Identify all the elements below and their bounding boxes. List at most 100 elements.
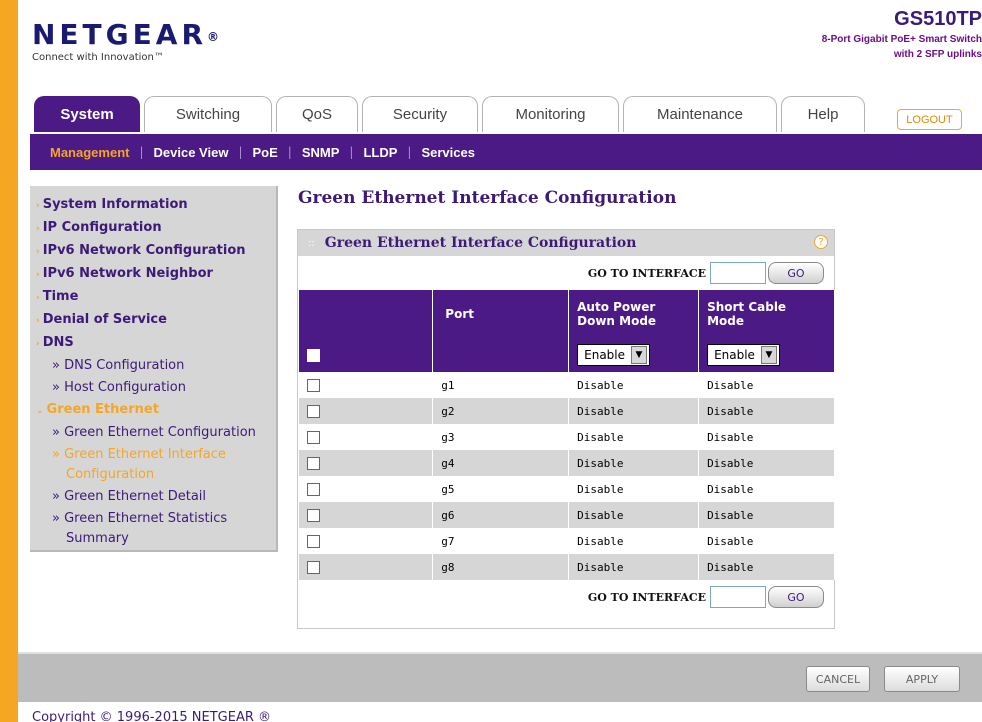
bullet-icon: › xyxy=(36,224,40,234)
sub-navigation: Management | Device View | PoE | SNMP | LLDP… xyxy=(30,134,982,170)
cancel-button[interactable]: CANCEL xyxy=(806,666,870,692)
table-row: g2 Disable Disable xyxy=(299,398,835,424)
sidebar-item-time[interactable]: › Time xyxy=(36,286,276,309)
tab-monitoring[interactable]: Monitoring xyxy=(482,96,619,132)
go-button[interactable]: GO xyxy=(768,262,824,284)
chevron-down-icon: ⌄ xyxy=(36,406,44,416)
subnav-snmp[interactable]: SNMP xyxy=(292,145,350,160)
sidebar-item-system-information[interactable]: › System Information xyxy=(36,194,276,217)
sidebar-item-green-ethernet-detail[interactable]: » Green Ethernet Detail xyxy=(36,486,276,508)
sidebar-item-green-ethernet[interactable]: ⌄ Green Ethernet xyxy=(36,399,276,422)
port-cell: g8 xyxy=(432,554,570,580)
sidebar-item-denial-of-service[interactable]: › Denial of Service xyxy=(36,309,276,332)
column-header-short-cable: Short Cable Mode xyxy=(698,290,835,338)
row-checkbox[interactable] xyxy=(307,508,320,522)
go-button[interactable]: GO xyxy=(768,586,824,608)
tab-security[interactable]: Security xyxy=(362,96,478,132)
table-row: g3 Disable Disable xyxy=(299,424,835,450)
sidebar-item-dns-configuration[interactable]: » DNS Configuration xyxy=(36,355,276,377)
goto-interface-bottom: GO TO INTERFACE GO xyxy=(298,580,834,614)
subnav-device-view[interactable]: Device View xyxy=(144,145,239,160)
panel-title: Green Ethernet Interface Configuration xyxy=(324,235,637,251)
tab-maintenance[interactable]: Maintenance xyxy=(623,96,777,132)
subnav-services[interactable]: Services xyxy=(411,145,485,160)
auto-power-cell: Disable xyxy=(568,502,700,528)
tab-qos[interactable]: QoS xyxy=(276,96,358,132)
app-frame: NETGEAR® Connect with Innovation™ GS510T… xyxy=(18,0,982,722)
sidebar-item-green-ethernet-statistics-cont[interactable]: Summary xyxy=(36,528,276,550)
subnav-lldp[interactable]: LLDP xyxy=(353,145,407,160)
short-cable-mode-select[interactable]: Enable ▼ xyxy=(707,344,780,366)
help-icon[interactable]: ? xyxy=(814,235,828,249)
row-checkbox[interactable] xyxy=(307,456,320,470)
model-info: GS510TP 8-Port Gigabit PoE+ Smart Switch… xyxy=(822,8,982,61)
bullet-icon: › xyxy=(36,339,40,349)
sidebar-item-green-ethernet-interface-configuration[interactable]: » Green Ethernet Interface xyxy=(36,444,276,466)
main-tabs: System Switching QoS Security Monitoring… xyxy=(34,96,869,132)
goto-interface-top: GO TO INTERFACE GO xyxy=(298,256,834,290)
bullet-icon: › xyxy=(36,293,40,303)
table-row: g6 Disable Disable xyxy=(299,502,835,528)
bulk-edit-row: Enable ▼ Enable ▼ xyxy=(299,338,835,372)
tab-system[interactable]: System xyxy=(34,96,140,132)
row-checkbox[interactable] xyxy=(307,482,320,496)
port-cell: g3 xyxy=(432,424,570,450)
sidebar-item-ipv6-network-configuration[interactable]: › IPv6 Network Configuration xyxy=(36,240,276,263)
column-header-select xyxy=(299,290,434,338)
short-cable-cell: Disable xyxy=(698,450,835,476)
port-cell: g6 xyxy=(432,502,570,528)
short-cable-cell: Disable xyxy=(698,476,835,502)
bullet-icon: › xyxy=(36,316,40,326)
brand-tagline: Connect with Innovation™ xyxy=(32,52,164,63)
select-all-checkbox[interactable] xyxy=(307,348,320,362)
row-checkbox[interactable] xyxy=(307,404,320,418)
copyright-text: Copyright © 1996-2015 NETGEAR ® xyxy=(32,710,272,722)
logout-button[interactable]: LOGOUT xyxy=(897,109,962,130)
column-header-auto-power-down: Auto Power Down Mode xyxy=(568,290,700,338)
apply-button[interactable]: APPLY xyxy=(884,666,960,692)
model-desc-line1: 8-Port Gigabit PoE+ Smart Switch xyxy=(821,34,982,45)
row-checkbox[interactable] xyxy=(307,534,320,548)
action-bar: CANCEL APPLY xyxy=(18,652,982,702)
netgear-logo: NETGEAR® Connect with Innovation™ xyxy=(32,18,219,64)
row-checkbox[interactable] xyxy=(307,378,320,392)
auto-power-cell: Disable xyxy=(568,528,700,554)
bulk-port-cell xyxy=(432,338,570,372)
drag-handle-icon: :: xyxy=(308,237,315,249)
subnav-poe[interactable]: PoE xyxy=(242,145,287,160)
auto-power-down-select[interactable]: Enable ▼ xyxy=(577,344,651,366)
short-cable-cell: Disable xyxy=(698,424,835,450)
sidebar-item-host-configuration[interactable]: » Host Configuration xyxy=(36,377,276,399)
short-cable-cell: Disable xyxy=(698,554,835,580)
table-row: g4 Disable Disable xyxy=(299,450,835,476)
bulk-short-cable-cell: Enable ▼ xyxy=(698,338,835,372)
sidebar-item-dns[interactable]: › DNS xyxy=(36,332,276,355)
table-row: g7 Disable Disable xyxy=(299,528,835,554)
auto-power-cell: Disable xyxy=(568,554,700,580)
table-row: g8 Disable Disable xyxy=(299,554,835,580)
subnav-management[interactable]: Management xyxy=(40,145,139,160)
sidebar-item-green-ethernet-configuration[interactable]: » Green Ethernet Configuration xyxy=(36,422,276,444)
row-checkbox[interactable] xyxy=(307,430,320,444)
tab-switching[interactable]: Switching xyxy=(144,96,272,132)
short-cable-cell: Disable xyxy=(698,398,835,424)
sidebar-item-green-ethernet-statistics[interactable]: » Green Ethernet Statistics xyxy=(36,508,276,530)
sidebar-item-ipv6-network-neighbor[interactable]: › IPv6 Network Neighbor xyxy=(36,263,276,286)
auto-power-cell: Disable xyxy=(568,476,700,502)
short-cable-cell: Disable xyxy=(698,372,835,398)
bulk-select-cell xyxy=(299,338,434,372)
goto-interface-label: GO TO INTERFACE xyxy=(587,590,706,604)
port-cell: g5 xyxy=(432,476,570,502)
dropdown-arrow-icon: ▼ xyxy=(631,346,648,364)
goto-interface-input[interactable] xyxy=(710,586,766,608)
model-desc-line2: with 2 SFP uplinks xyxy=(893,49,982,60)
tab-help[interactable]: Help xyxy=(781,96,865,132)
row-checkbox[interactable] xyxy=(307,560,320,574)
table-header: Port Auto Power Down Mode Short Cable Mo… xyxy=(299,290,835,338)
goto-interface-input[interactable] xyxy=(710,262,766,284)
column-header-port: Port xyxy=(432,290,570,338)
sidebar-item-green-ethernet-interface-configuration-cont[interactable]: Configuration xyxy=(36,464,276,486)
sidebar-item-ip-configuration[interactable]: › IP Configuration xyxy=(36,217,276,240)
panel-header: :: Green Ethernet Interface Configuratio… xyxy=(298,230,834,256)
brand-name: NETGEAR xyxy=(32,18,207,51)
